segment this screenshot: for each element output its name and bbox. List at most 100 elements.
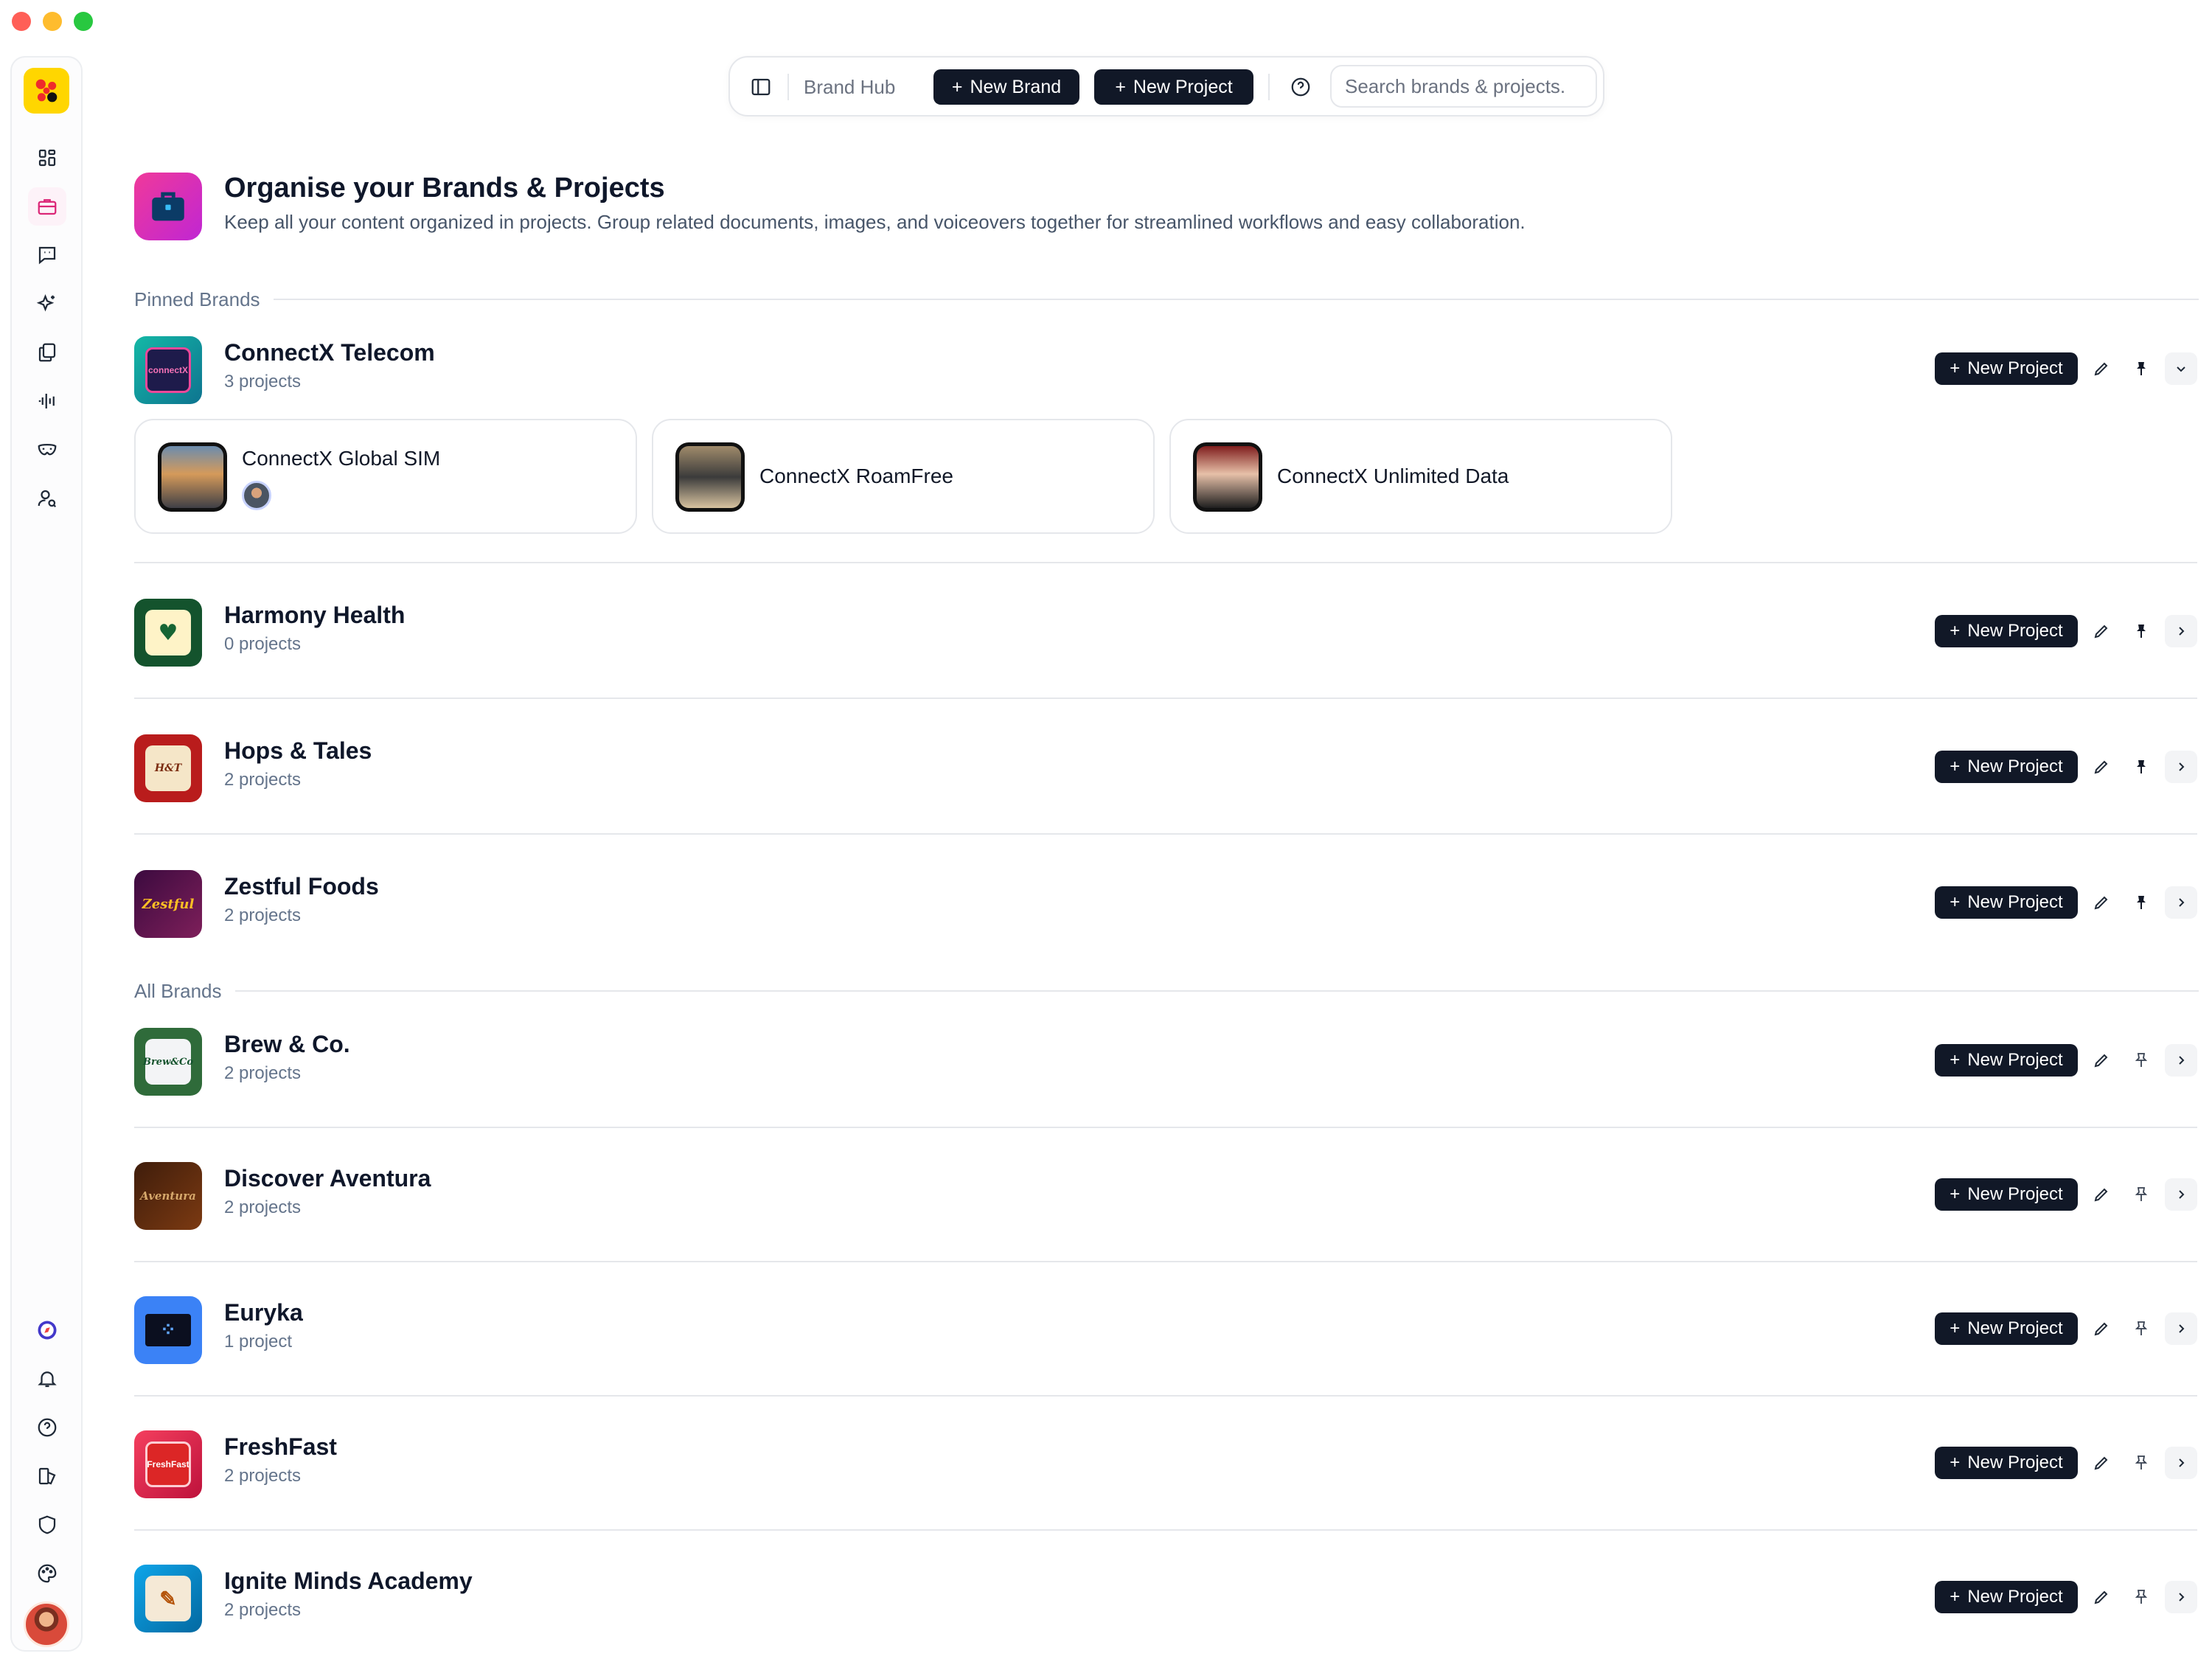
minimize-window-button[interactable] <box>43 12 62 31</box>
pin-filled-icon[interactable] <box>2125 751 2157 783</box>
brand-row[interactable]: ⁘ Euryka 1 project + New Project <box>134 1289 2197 1377</box>
project-count: 0 projects <box>224 634 302 654</box>
project-card[interactable]: ConnectX Unlimited Data <box>1169 419 1672 534</box>
new-brand-button[interactable]: + New Brand <box>933 69 1079 105</box>
palette-icon[interactable] <box>28 1554 66 1593</box>
new-project-button[interactable]: + New Project <box>1935 1581 2078 1613</box>
edit-icon[interactable] <box>2085 1178 2118 1211</box>
edit-icon[interactable] <box>2085 352 2118 385</box>
chevron-right-icon[interactable] <box>2165 615 2197 647</box>
new-project-label: New Project <box>1967 1184 2063 1204</box>
brand-row[interactable]: Brew&Co Brew & Co. 2 projects + New Proje… <box>134 1020 2197 1109</box>
section-rule <box>273 299 2199 300</box>
help-circle-icon[interactable] <box>1284 68 1317 106</box>
brand-logo: Brew&Co <box>134 1028 202 1096</box>
edit-icon[interactable] <box>2085 1044 2118 1077</box>
brand-row[interactable]: H&T Hops & Tales 2 projects + New Project <box>134 727 2197 815</box>
project-name: ConnectX Unlimited Data <box>1277 465 1509 487</box>
brand-row[interactable]: ✎ Ignite Minds Academy 2 projects + New P… <box>134 1557 2197 1646</box>
audio-wave-icon[interactable] <box>28 382 66 420</box>
chevron-right-icon[interactable] <box>2165 886 2197 919</box>
project-count: 2 projects <box>224 1466 302 1486</box>
documents-icon[interactable] <box>28 333 66 372</box>
pin-outline-icon[interactable] <box>2125 1312 2157 1345</box>
sparkles-icon[interactable] <box>28 285 66 323</box>
brand-name[interactable]: Ignite Minds Academy <box>224 1568 473 1595</box>
brand-name[interactable]: Zestful Foods <box>224 873 379 900</box>
bell-icon[interactable] <box>28 1360 66 1398</box>
maximize-window-button[interactable] <box>74 12 93 31</box>
new-project-button[interactable]: + New Project <box>1935 886 2078 919</box>
brand-row[interactable]: FreshFast FreshFast 2 projects + New Proj… <box>134 1423 2197 1512</box>
close-window-button[interactable] <box>12 12 31 31</box>
search-input[interactable] <box>1330 65 1597 108</box>
new-project-button[interactable]: + New Project <box>1935 615 2078 647</box>
chat-icon[interactable] <box>28 236 66 274</box>
mask-icon[interactable] <box>28 431 66 469</box>
edit-icon[interactable] <box>2085 751 2118 783</box>
brand-name[interactable]: FreshFast <box>224 1433 337 1461</box>
compass-icon[interactable] <box>28 1311 66 1349</box>
pin-filled-icon[interactable] <box>2125 615 2157 647</box>
window-controls <box>12 12 93 31</box>
chevron-right-icon[interactable] <box>2165 1044 2197 1077</box>
plus-icon: + <box>1950 621 1961 641</box>
top-toolbar: Brand Hub + New Brand + New Project <box>728 56 1604 116</box>
new-project-button[interactable]: + New Project <box>1935 751 2078 783</box>
project-card[interactable]: ConnectX RoamFree <box>652 419 1155 534</box>
project-card[interactable]: ConnectX Global SIM <box>134 419 637 534</box>
brand-name[interactable]: Harmony Health <box>224 602 405 629</box>
edit-icon[interactable] <box>2085 1312 2118 1345</box>
layers-icon[interactable] <box>28 1457 66 1495</box>
pin-filled-icon[interactable] <box>2125 886 2157 919</box>
brand-row[interactable]: ♥ Harmony Health 0 projects + New Project <box>134 591 2197 680</box>
chevron-right-icon[interactable] <box>2165 1312 2197 1345</box>
chevron-right-icon[interactable] <box>2165 1178 2197 1211</box>
edit-icon[interactable] <box>2085 1447 2118 1479</box>
sidebar <box>10 56 83 1652</box>
chevron-right-icon[interactable] <box>2165 1581 2197 1613</box>
brand-hub-tab[interactable]: Brand Hub <box>804 68 895 106</box>
brand-name[interactable]: Brew & Co. <box>224 1031 350 1058</box>
user-avatar[interactable] <box>24 1601 69 1647</box>
user-search-icon[interactable] <box>28 479 66 518</box>
pin-filled-icon[interactable] <box>2125 352 2157 385</box>
new-project-button[interactable]: + New Project <box>1935 1044 2078 1077</box>
pin-outline-icon[interactable] <box>2125 1044 2157 1077</box>
brand-name[interactable]: Hops & Tales <box>224 737 372 765</box>
project-count: 2 projects <box>224 770 302 790</box>
new-project-button[interactable]: + New Project <box>1935 1312 2078 1345</box>
chevron-right-icon[interactable] <box>2165 751 2197 783</box>
brand-row[interactable]: Zestful Zestful Foods 2 projects + New Pr… <box>134 863 2197 951</box>
dashboard-icon[interactable] <box>28 139 66 177</box>
new-project-button[interactable]: + New Project <box>1935 352 2078 385</box>
pin-outline-icon[interactable] <box>2125 1581 2157 1613</box>
edit-icon[interactable] <box>2085 886 2118 919</box>
help-icon[interactable] <box>28 1408 66 1447</box>
pin-outline-icon[interactable] <box>2125 1447 2157 1479</box>
sidebar-toggle-icon[interactable] <box>745 68 777 106</box>
row-actions: + New Project <box>1935 886 2197 919</box>
chevron-down-icon[interactable] <box>2165 352 2197 385</box>
new-project-button[interactable]: + New Project <box>1935 1178 2078 1211</box>
new-project-button[interactable]: + New Project <box>1094 69 1253 105</box>
new-project-label: New Project <box>1967 1318 2063 1338</box>
brand-row[interactable]: connectX ConnectX Telecom 3 projects + Ne… <box>134 329 2197 417</box>
brand-name[interactable]: Euryka <box>224 1299 303 1326</box>
edit-icon[interactable] <box>2085 1581 2118 1613</box>
row-actions: + New Project <box>1935 1581 2197 1613</box>
plus-icon: + <box>1950 1050 1961 1070</box>
app-logo[interactable] <box>24 68 69 114</box>
shield-icon[interactable] <box>28 1506 66 1544</box>
new-project-button[interactable]: + New Project <box>1935 1447 2078 1479</box>
plus-icon: + <box>1115 76 1126 97</box>
pin-outline-icon[interactable] <box>2125 1178 2157 1211</box>
chevron-right-icon[interactable] <box>2165 1447 2197 1479</box>
brand-name[interactable]: Discover Aventura <box>224 1165 431 1192</box>
brand-name[interactable]: ConnectX Telecom <box>224 339 435 366</box>
row-actions: + New Project <box>1935 1447 2197 1479</box>
new-project-label: New Project <box>1967 892 2063 912</box>
briefcase-icon[interactable] <box>28 187 66 226</box>
brand-row[interactable]: Aventura Discover Aventura 2 projects + N… <box>134 1155 2197 1243</box>
edit-icon[interactable] <box>2085 615 2118 647</box>
